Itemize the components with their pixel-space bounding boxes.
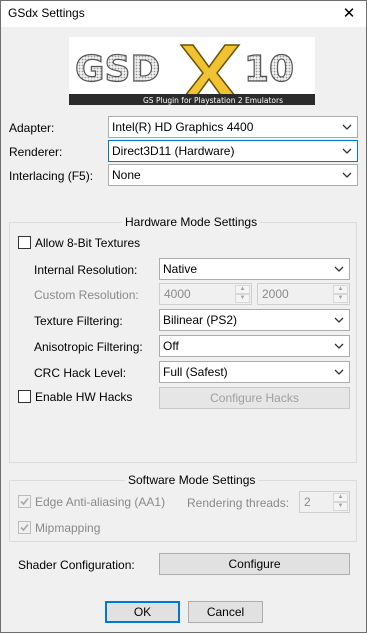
threads-value: 2 bbox=[304, 495, 311, 509]
cancel-button[interactable]: Cancel bbox=[188, 601, 263, 623]
logo-tagline: GS Plugin for Playstation 2 Emulators bbox=[143, 96, 283, 105]
chevron-down-icon bbox=[334, 369, 344, 375]
mipmapping-label[interactable]: Mipmapping bbox=[35, 521, 100, 535]
adapter-label: Adapter: bbox=[9, 121, 55, 135]
mipmapping-checkbox[interactable] bbox=[18, 521, 31, 534]
aniso-select[interactable]: Off bbox=[159, 335, 350, 357]
logo-gsd-text: GSD bbox=[75, 49, 160, 90]
texture-filter-label: Texture Filtering: bbox=[34, 314, 123, 328]
spin-down-icon[interactable]: ▼ bbox=[333, 502, 348, 511]
software-settings-title: Software Mode Settings bbox=[125, 473, 259, 487]
aa1-checkbox[interactable] bbox=[18, 495, 31, 508]
spinner-buttons: ▲ ▼ bbox=[333, 493, 348, 511]
chevron-down-icon bbox=[334, 317, 344, 323]
crc-label: CRC Hack Level: bbox=[34, 366, 127, 380]
spin-up-icon[interactable]: ▲ bbox=[333, 493, 348, 502]
allow-8bit-label[interactable]: Allow 8-Bit Textures bbox=[35, 236, 140, 250]
interlacing-select[interactable]: None bbox=[108, 164, 358, 186]
renderer-label: Renderer: bbox=[9, 145, 63, 159]
spinner-buttons: ▲ ▼ bbox=[333, 285, 348, 303]
custom-res-height-value: 2000 bbox=[262, 287, 289, 301]
spin-up-icon[interactable]: ▲ bbox=[235, 285, 250, 294]
renderer-select[interactable]: Direct3D11 (Hardware) bbox=[108, 140, 358, 162]
threads-label: Rendering threads: bbox=[187, 496, 290, 510]
aniso-label: Anisotropic Filtering: bbox=[34, 340, 143, 354]
spin-up-icon[interactable]: ▲ bbox=[333, 285, 348, 294]
aniso-value: Off bbox=[163, 339, 179, 353]
texture-filter-value: Bilinear (PS2) bbox=[163, 313, 238, 327]
custom-res-label: Custom Resolution: bbox=[34, 288, 139, 302]
enable-hw-hacks-checkbox[interactable] bbox=[18, 390, 31, 403]
window-title: GSdx Settings bbox=[8, 6, 85, 20]
internal-res-label: Internal Resolution: bbox=[34, 263, 138, 277]
enable-hw-hacks-label[interactable]: Enable HW Hacks bbox=[35, 390, 132, 404]
spinner-buttons: ▲ ▼ bbox=[235, 285, 250, 303]
internal-res-value: Native bbox=[163, 262, 198, 276]
chevron-down-icon bbox=[334, 266, 344, 272]
chevron-down-icon bbox=[342, 172, 352, 178]
adapter-value: Intel(R) HD Graphics 4400 bbox=[112, 120, 254, 134]
custom-res-width-spinner[interactable]: 4000 ▲ ▼ bbox=[159, 283, 252, 305]
interlacing-label: Interlacing (F5): bbox=[9, 169, 94, 183]
settings-window: GSdx Settings ✕ GSD 10 GS Plugin for Pla… bbox=[0, 0, 367, 633]
crc-select[interactable]: Full (Safest) bbox=[159, 361, 350, 383]
logo-ten-text: 10 bbox=[244, 49, 294, 90]
renderer-value: Direct3D11 (Hardware) bbox=[112, 144, 235, 158]
interlacing-value: None bbox=[112, 168, 141, 182]
texture-filter-select[interactable]: Bilinear (PS2) bbox=[159, 309, 350, 331]
chevron-down-icon bbox=[342, 124, 352, 130]
title-bar[interactable]: GSdx Settings ✕ bbox=[1, 1, 366, 27]
shader-config-label: Shader Configuration: bbox=[18, 558, 135, 572]
custom-res-width-value: 4000 bbox=[164, 287, 191, 301]
gsdx-logo: GSD 10 GS Plugin for Playstation 2 Emula… bbox=[69, 37, 315, 105]
close-icon[interactable]: ✕ bbox=[332, 1, 366, 27]
spin-down-icon[interactable]: ▼ bbox=[235, 294, 250, 303]
ok-button[interactable]: OK bbox=[105, 601, 180, 623]
hardware-settings-title: Hardware Mode Settings bbox=[122, 215, 261, 229]
custom-res-height-spinner[interactable]: 2000 ▲ ▼ bbox=[257, 283, 350, 305]
shader-configure-button[interactable]: Configure bbox=[159, 553, 350, 575]
chevron-down-icon bbox=[334, 343, 344, 349]
threads-spinner[interactable]: 2 ▲ ▼ bbox=[299, 491, 350, 513]
checkmark-icon bbox=[20, 497, 29, 506]
adapter-select[interactable]: Intel(R) HD Graphics 4400 bbox=[108, 116, 358, 138]
allow-8bit-checkbox[interactable] bbox=[18, 236, 31, 249]
configure-hacks-button[interactable]: Configure Hacks bbox=[159, 387, 350, 409]
checkmark-icon bbox=[20, 523, 29, 532]
internal-res-select[interactable]: Native bbox=[159, 258, 350, 280]
aa1-label[interactable]: Edge Anti-aliasing (AA1) bbox=[35, 495, 165, 509]
crc-value: Full (Safest) bbox=[163, 365, 228, 379]
spin-down-icon[interactable]: ▼ bbox=[333, 294, 348, 303]
chevron-down-icon bbox=[342, 148, 352, 154]
